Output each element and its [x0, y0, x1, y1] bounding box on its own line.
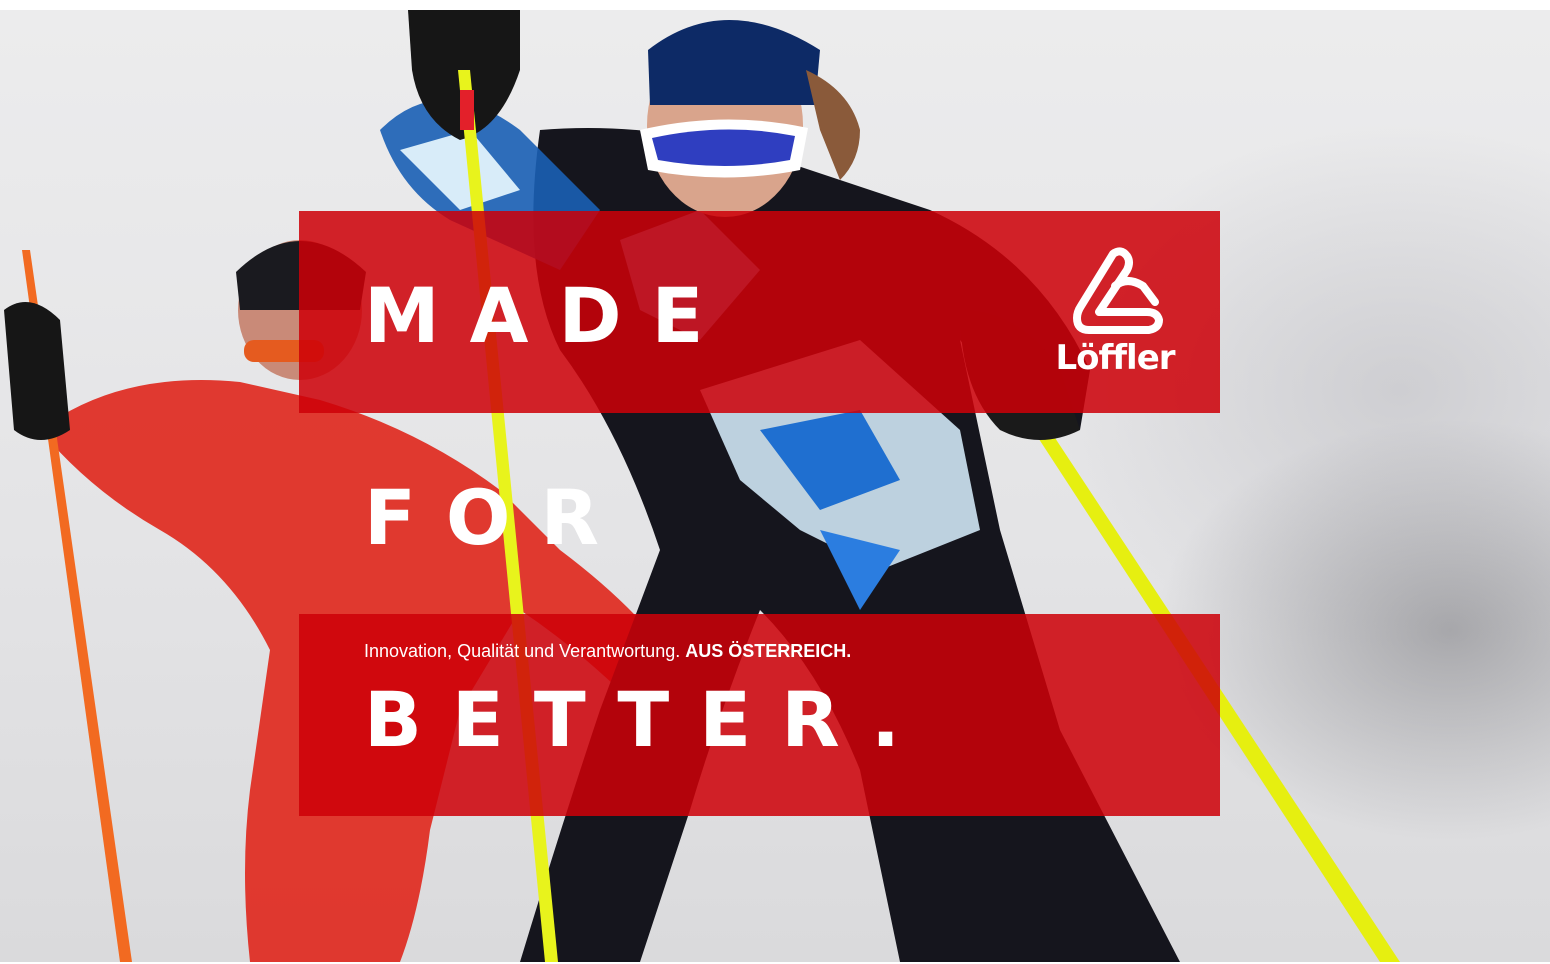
hero-photo — [4, 10, 1400, 962]
headline-line-3: BETTER. — [364, 675, 930, 764]
tagline-lead: Innovation, Qualität und Verantwortung. — [364, 641, 681, 661]
tagline: Innovation, Qualität und Verantwortung. … — [364, 640, 851, 662]
headline-line-2: FOR — [364, 473, 630, 562]
tagline-emphasis: AUS ÖSTERREICH. — [685, 641, 852, 661]
loeffler-l-icon — [1073, 247, 1163, 334]
brand-wordmark: Löffler — [1055, 338, 1175, 378]
headline-line-1: MADE — [364, 271, 734, 360]
hero-banner: MADE FOR BETTER. Innovation, Qualität un… — [0, 10, 1550, 962]
brand-logo[interactable]: Löffler — [1040, 246, 1190, 386]
